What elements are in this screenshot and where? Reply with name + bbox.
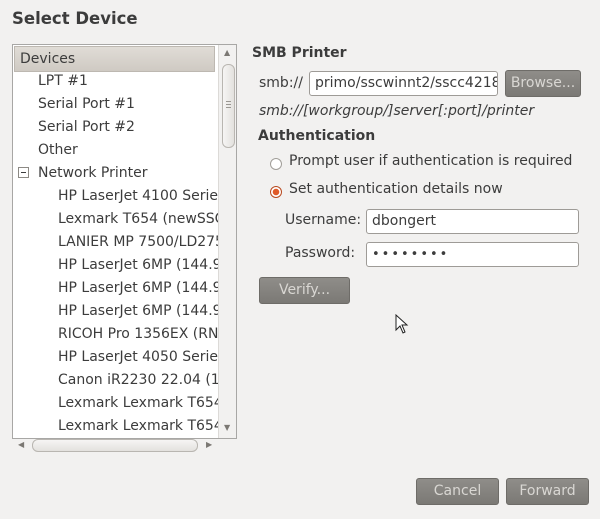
grip-line <box>226 101 231 102</box>
browse-button[interactable]: Browse... <box>505 70 581 97</box>
tree-header-devices[interactable]: Devices <box>14 46 215 72</box>
smb-uri-hint: smb://[workgroup/]server[:port]/printer <box>259 103 535 119</box>
device-tree[interactable]: Devices LPT #1 Serial Port #1 Serial Por… <box>12 44 237 439</box>
tree-item-printer[interactable]: Lexmark Lexmark T654 <box>58 415 223 438</box>
username-input[interactable]: dbongert <box>366 209 579 234</box>
tree-item-other[interactable]: Other <box>38 139 78 162</box>
password-label: Password: <box>285 245 356 261</box>
tree-vertical-scrollbar[interactable]: ▲ ▼ <box>218 45 236 438</box>
tree-item-network-printer[interactable]: Network Printer <box>13 162 218 185</box>
horizontal-scroll-thumb[interactable] <box>32 439 198 452</box>
tree-item-printer[interactable]: Lexmark T654 (newSSC <box>58 208 224 231</box>
password-input[interactable]: •••••••• <box>366 242 579 267</box>
tree-item-serial2[interactable]: Serial Port #2 <box>38 116 135 139</box>
tree-item-printer[interactable]: HP LaserJet 6MP (144.9 <box>58 300 222 323</box>
arrow-left-icon[interactable]: ◀ <box>18 440 24 449</box>
authentication-heading: Authentication <box>258 128 376 144</box>
tree-item-printer[interactable]: Lexmark Lexmark T654 <box>58 392 223 415</box>
radio-prompt-user[interactable] <box>270 158 282 170</box>
tree-item-printer[interactable]: HP LaserJet 4100 Series <box>58 185 225 208</box>
radio-prompt-user-label[interactable]: Prompt user if authentication is require… <box>289 153 572 169</box>
smb-uri-input[interactable]: primo/sscwinnt2/sscc4218 <box>309 71 498 96</box>
tree-item-printer[interactable]: HP LaserJet 4050 Series <box>58 346 225 369</box>
tree-item-label: Network Printer <box>38 165 148 181</box>
tree-horizontal-scrollbar[interactable]: ◀ ▶ <box>12 438 235 454</box>
arrow-down-icon[interactable]: ▼ <box>224 423 230 432</box>
collapse-minus-icon[interactable] <box>18 167 29 178</box>
forward-button[interactable]: Forward <box>506 478 589 505</box>
tree-item-printer[interactable]: HP LaserJet 6MP (144.9 <box>58 277 222 300</box>
mouse-pointer-icon <box>395 314 409 334</box>
dialog-title: Select Device <box>12 9 138 28</box>
tree-item-printer[interactable]: LANIER MP 7500/LD275 <box>58 231 224 254</box>
grip-line <box>226 104 231 105</box>
cancel-button[interactable]: Cancel <box>416 478 499 505</box>
tree-item-serial1[interactable]: Serial Port #1 <box>38 93 135 116</box>
username-label: Username: <box>285 212 362 228</box>
tree-item-printer[interactable]: Canon iR2230 22.04 (144 <box>58 369 236 392</box>
smb-prefix-label: smb:// <box>259 75 303 91</box>
vertical-scroll-thumb[interactable] <box>222 64 235 148</box>
radio-set-now-label[interactable]: Set authentication details now <box>289 181 503 197</box>
grip-line <box>226 107 231 108</box>
arrow-up-icon[interactable]: ▲ <box>224 48 230 57</box>
smb-heading: SMB Printer <box>252 45 347 61</box>
radio-set-now[interactable] <box>270 186 282 198</box>
verify-button[interactable]: Verify... <box>259 277 350 304</box>
arrow-right-icon[interactable]: ▶ <box>206 440 212 449</box>
tree-item-printer[interactable]: RICOH Pro 1356EX (RNP <box>58 323 227 346</box>
tree-item-printer[interactable]: HP LaserJet 6MP (144.9 <box>58 254 222 277</box>
tree-item-lpt1[interactable]: LPT #1 <box>38 70 88 93</box>
